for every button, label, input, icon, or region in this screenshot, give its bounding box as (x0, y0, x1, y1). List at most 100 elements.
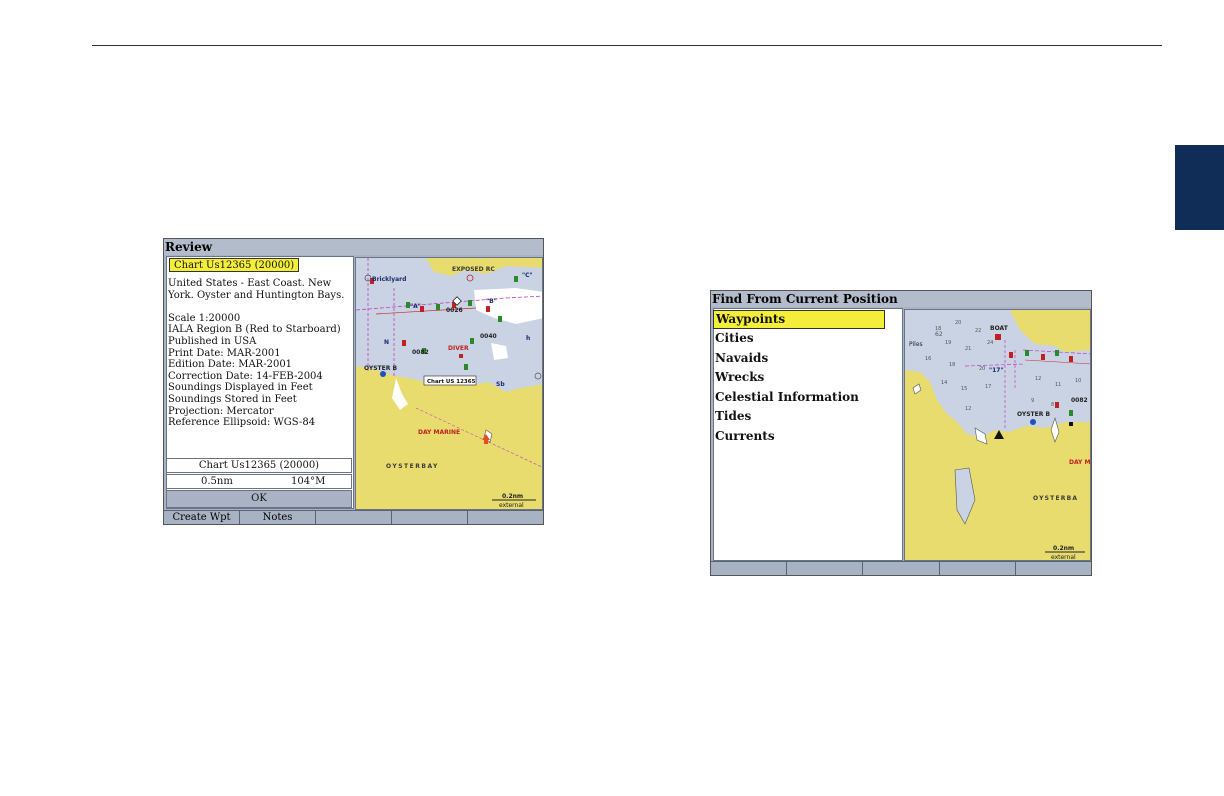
info-line: Soundings Stored in Feet (168, 393, 297, 405)
label-0026: 0026 (446, 307, 463, 314)
softkey-1[interactable] (711, 561, 788, 575)
label-oyster-b: OYSTER B (364, 365, 397, 372)
svg-text:15: 15 (961, 386, 967, 392)
label-oysterba: OYSTERBA (1033, 495, 1078, 502)
softkey-4[interactable] (939, 561, 1016, 575)
land-north (356, 258, 542, 276)
label-0082: 0082 (1071, 397, 1088, 404)
water-nw (905, 310, 925, 334)
chart-callout: Chart US 12365 (423, 375, 477, 386)
label-oysterbay: OYSTERBAY (386, 463, 439, 470)
chart-name-row: Chart Us12365 (20000) (166, 458, 352, 473)
label-external: external (499, 502, 524, 509)
softkey-4[interactable] (392, 510, 468, 524)
softkey-5[interactable] (468, 510, 543, 524)
label-b: "B" (486, 298, 497, 305)
header-rule (92, 45, 1162, 46)
svg-text:12: 12 (1035, 376, 1041, 382)
svg-text:18: 18 (949, 362, 955, 368)
shoal-small (491, 343, 508, 360)
softkey-3[interactable] (316, 510, 392, 524)
land-ne (1010, 310, 1090, 352)
info-line: Projection: Mercator (168, 405, 274, 417)
label-external: external (1051, 554, 1076, 561)
find-softkeys (711, 561, 1091, 575)
svg-text:17: 17 (985, 384, 991, 390)
label-scale: 0.2nm (1053, 545, 1074, 552)
label-0082: 0082 (412, 349, 429, 356)
review-softkeys: Create Wpt Notes (164, 510, 543, 524)
find-item-celestial[interactable]: Celestial Information (713, 388, 901, 408)
review-screen: Review Chart Us12365 (20000) United Stat… (163, 238, 544, 525)
land-south (356, 366, 542, 509)
distance-value: 0.5nm (201, 476, 233, 487)
softkey-5[interactable] (1015, 561, 1091, 575)
boat-marker (995, 334, 1001, 340)
svg-text:24: 24 (987, 340, 993, 346)
marker-black (1069, 422, 1073, 426)
find-item-currents[interactable]: Currents (713, 427, 901, 447)
bearing-value: 104°M (291, 476, 326, 487)
svg-text:11: 11 (1055, 382, 1061, 388)
label-0040: 0040 (480, 333, 497, 340)
svg-text:16: 16 (925, 356, 931, 362)
find-item-tides[interactable]: Tides (713, 407, 901, 427)
review-chart-map[interactable]: Bricklyard EXPOSED RC "C" "A" "B" N 0026… (355, 257, 543, 510)
create-wpt-softkey[interactable]: Create Wpt (164, 510, 240, 524)
info-line (168, 301, 350, 313)
find-item-navaids[interactable]: Navaids (713, 349, 901, 369)
softkey-2[interactable] (787, 561, 864, 575)
info-line: York. Oyster and Huntington Bays. (168, 289, 345, 301)
find-category-list: Waypoints Cities Navaids Wrecks Celestia… (713, 310, 901, 559)
label-exposed: EXPOSED RC (452, 266, 495, 273)
review-title: Review (164, 239, 543, 255)
softkey-3[interactable] (863, 561, 940, 575)
svg-text:9: 9 (1031, 398, 1034, 404)
svg-text:14: 14 (941, 380, 947, 386)
label-oyster-b: OYSTER B (1017, 411, 1050, 418)
chart-info-text: United States - East Coast. New York. Oy… (166, 277, 352, 458)
find-item-waypoints[interactable]: Waypoints (713, 310, 885, 329)
chapter-tab (1175, 145, 1224, 230)
info-line: Edition Date: MAR-2001 (168, 359, 293, 371)
find-title: Find From Current Position (711, 291, 1091, 307)
label-scale: 0.2nm (502, 493, 523, 500)
marker-blue (1030, 419, 1036, 425)
svg-text:8: 8 (1051, 402, 1054, 408)
notes-softkey[interactable]: Notes (240, 510, 316, 524)
shoal-area (474, 288, 542, 324)
review-map-svg: Bricklyard EXPOSED RC "C" "A" "B" N 0026… (356, 258, 542, 509)
label-c: "C" (522, 272, 533, 279)
route-line (964, 363, 1026, 367)
svg-text:19: 19 (945, 340, 951, 346)
label-62: 62 (935, 331, 943, 338)
find-screen: Find From Current Position Waypoints Cit… (710, 290, 1092, 576)
svg-text:21: 21 (965, 346, 971, 352)
find-item-wrecks[interactable]: Wrecks (713, 368, 901, 388)
info-line: Correction Date: 14-FEB-2004 (168, 370, 323, 382)
info-line: Published in USA (168, 335, 257, 347)
label-diver: DIVER (448, 345, 469, 352)
info-line: Scale 1:20000 (168, 312, 241, 324)
ok-button[interactable]: OK (166, 490, 352, 508)
chart-name-highlight[interactable]: Chart Us12365 (20000) (169, 258, 300, 272)
route-line (1024, 359, 1090, 365)
label-piles: Piles (909, 341, 923, 348)
marker-circle (466, 274, 474, 282)
svg-text:10: 10 (1075, 378, 1081, 384)
info-line: Soundings Displayed in Feet (168, 382, 313, 394)
label-sb: Sb (496, 381, 505, 388)
nav-markers (1009, 350, 1073, 416)
find-map-svg: 182022 192124 161820 141517 121110 9812 (905, 310, 1090, 561)
label-17: "17" (989, 367, 1004, 374)
marker-red (459, 354, 463, 358)
label-bricklyard: Bricklyard (372, 276, 406, 283)
find-item-cities[interactable]: Cities (713, 329, 901, 349)
label-chart-callout: Chart US 12365 (427, 379, 476, 385)
distance-bearing-row: 0.5nm 104°M (166, 474, 352, 489)
info-line: United States - East Coast. New (168, 278, 332, 289)
info-line: IALA Region B (Red to Starboard) (168, 324, 341, 336)
find-chart-map[interactable]: 18 20 22 19 21 24 16 18 20 14 15 17 12 11 10 9 8 12 (904, 309, 1091, 561)
label-h: h (526, 335, 530, 342)
info-line: Print Date: MAR-2001 (168, 347, 281, 359)
